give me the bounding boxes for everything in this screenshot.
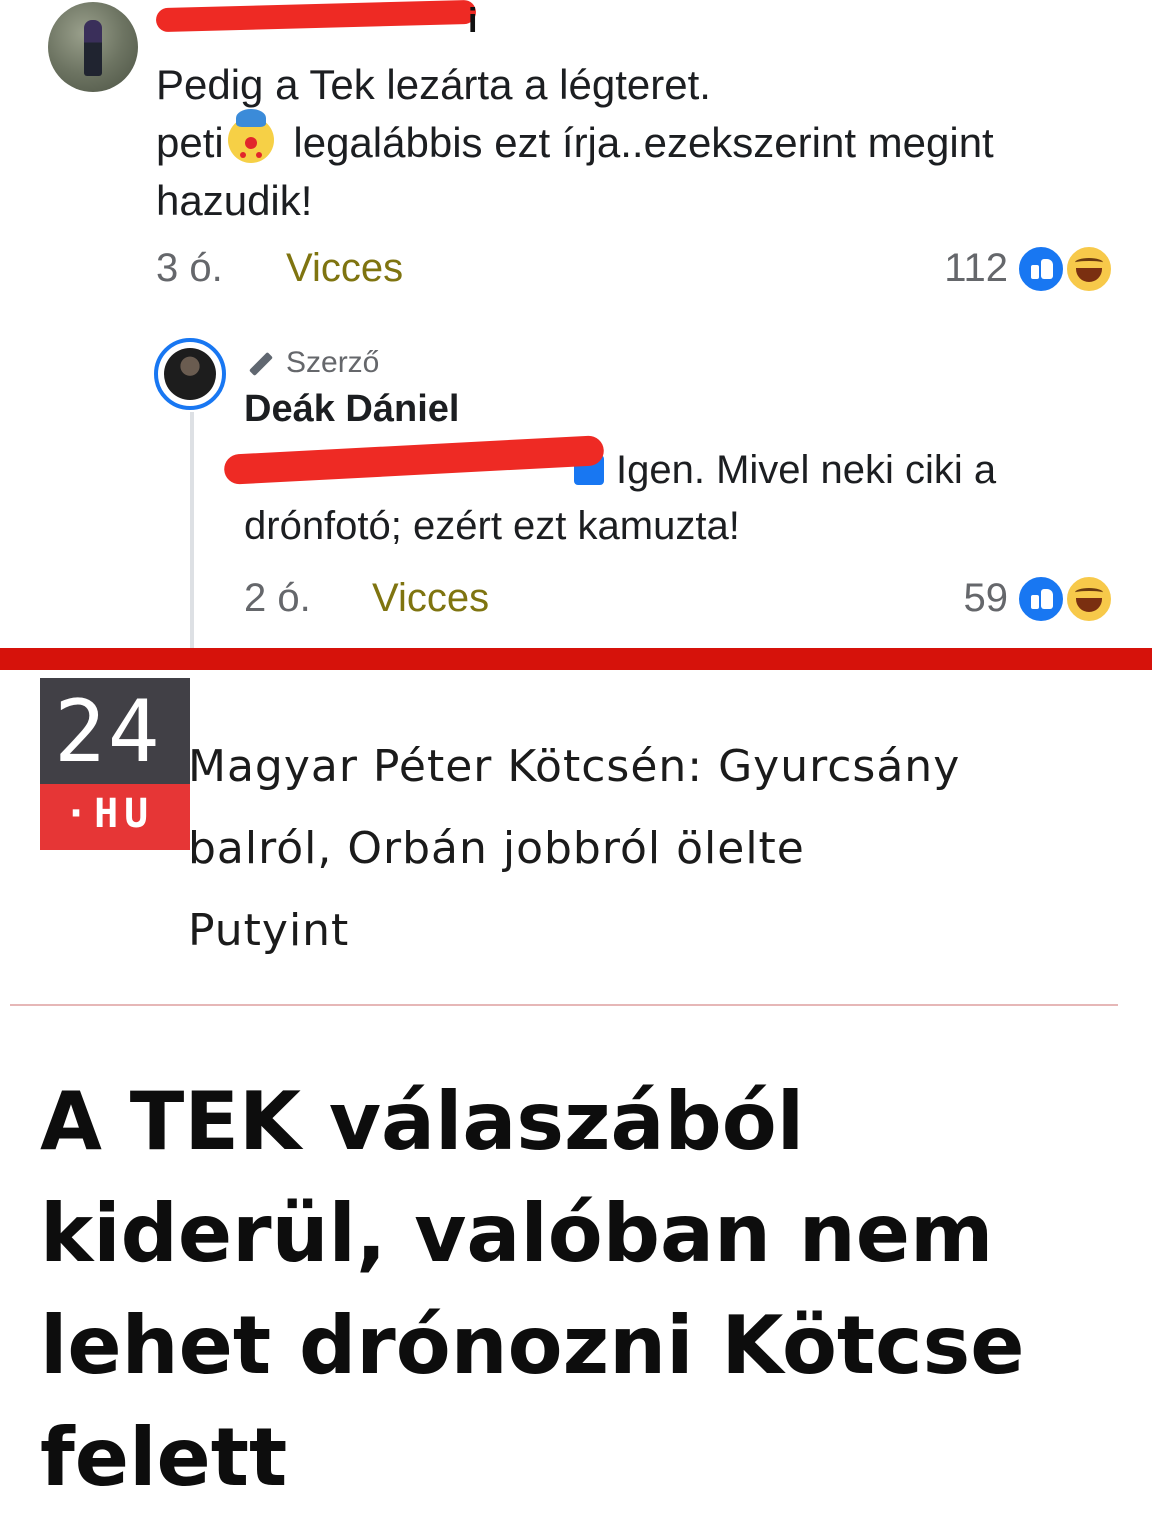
commenter-name-redacted[interactable] [156, 0, 486, 36]
article-link-line: balról, Orbán jobbról ölelte [188, 823, 805, 874]
mention-peti: peti [156, 119, 224, 166]
article-headline: A TEK válaszából kiderül, valóban nem le… [40, 1066, 1140, 1514]
reply-text: Igen. Mivel neki ciki a drónfotó; ezért … [223, 435, 1124, 554]
logo-top: 24 [40, 678, 190, 784]
logo-number: 24 [54, 682, 162, 782]
reply-timestamp[interactable]: 2 ó. [244, 576, 311, 621]
headline-line: kiderül, valóban nem [40, 1187, 994, 1280]
reaction-count[interactable]: 59 [900, 576, 1009, 621]
comment-timestamp[interactable]: 3 ó. [156, 246, 223, 291]
author-badge-label: Szerző [286, 346, 380, 379]
author-avatar-photo [164, 348, 216, 400]
article-link-line: Putyint [188, 905, 350, 956]
redaction-scribble [156, 0, 477, 33]
redaction-scribble [223, 435, 605, 485]
thin-divider [10, 1004, 1118, 1006]
pencil-icon [244, 348, 274, 378]
comment-text-fragment: legalábbis ezt írja..ezekszerint megint [281, 119, 994, 166]
reply-text-line: drónfotó; ezért ezt kamuzta! [244, 504, 740, 548]
haha-icon [1064, 244, 1114, 294]
article-link-line: Magyar Péter Kötcsén: Gyurcsány [188, 741, 961, 792]
clown-emoji-icon [227, 109, 274, 163]
reply-author-name[interactable]: Deák Dániel [244, 388, 459, 431]
comment-text: Pedig a Tek lezárta a légteret. peti leg… [156, 56, 1116, 230]
headline-line: felett [40, 1411, 288, 1504]
article-link-title[interactable]: Magyar Péter Kötcsén: Gyurcsány balról, … [188, 726, 1088, 972]
mention-redacted[interactable] [223, 435, 605, 489]
avatar-figure [84, 20, 102, 76]
author-badge: Szerző [244, 346, 379, 380]
section-divider [0, 648, 1152, 670]
reply-text-fragment: Igen. Mivel neki ciki a [616, 448, 997, 492]
author-avatar[interactable] [154, 338, 226, 410]
headline-line: A TEK válaszából [40, 1075, 805, 1168]
commenter-avatar[interactable] [48, 2, 138, 92]
comment-text-line: Pedig a Tek lezárta a légteret. [156, 61, 711, 108]
like-icon [1016, 244, 1066, 294]
headline-line: lehet drónozni Kötcse [40, 1299, 1025, 1392]
comment-text-line: peti legalábbis ezt írja..ezekszerint me… [156, 109, 1116, 172]
24hu-logo[interactable]: 24 ·HU [40, 678, 190, 850]
reaction-count[interactable]: 112 [900, 246, 1008, 291]
like-icon [1016, 574, 1066, 624]
reply-thread-line [190, 412, 194, 648]
reaction-button-vicces[interactable]: Vicces [286, 246, 403, 291]
haha-icon [1064, 574, 1114, 624]
reply-text-line: Igen. Mivel neki ciki a [223, 435, 1124, 498]
commenter-name-visible-suffix[interactable]: i [468, 2, 477, 41]
logo-domain: ·HU [64, 791, 155, 837]
reaction-button-vicces[interactable]: Vicces [372, 576, 489, 621]
comment-text-line: hazudik! [156, 177, 313, 224]
